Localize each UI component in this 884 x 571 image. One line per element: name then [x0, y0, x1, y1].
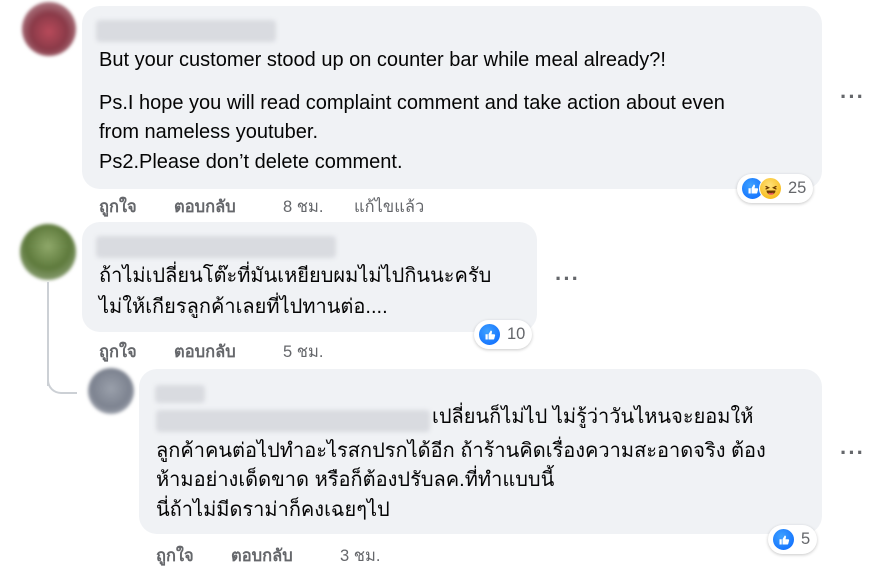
- comment-text-line: ห้ามอย่างเด็ดขาด หรือก็ต้องปรับลค.ที่ทำแ…: [156, 469, 555, 491]
- like-button[interactable]: ถูกใจ: [99, 339, 137, 365]
- comment-text-line: ถ้าไม่เปลี่ยนโต๊ะที่มันเหยียบผมไม่ไปกินน…: [99, 265, 492, 287]
- haha-icon: [759, 177, 782, 200]
- commenter-name-cont: [156, 410, 430, 432]
- commenter-name[interactable]: [96, 236, 336, 258]
- reply-button[interactable]: ตอบกลับ: [174, 339, 236, 365]
- comment-text-line: ลูกค้าคนต่อไปทำอะไรสกปรกได้อีก ถ้าร้านคิ…: [156, 440, 766, 462]
- like-icon: [478, 323, 501, 346]
- commenter-avatar[interactable]: [88, 368, 134, 414]
- edited-label[interactable]: แก้ไขแล้ว: [354, 194, 424, 220]
- commenter-avatar[interactable]: [22, 2, 76, 56]
- reply-thread-curve: [47, 370, 77, 394]
- more-options-icon[interactable]: ···: [840, 440, 865, 466]
- comment-text-line: Ps2.Please don’t delete comment.: [99, 151, 403, 173]
- comment-timestamp[interactable]: 5 ชม.: [283, 339, 323, 365]
- reply-button[interactable]: ตอบกลับ: [231, 543, 293, 569]
- more-options-icon[interactable]: ···: [555, 266, 580, 292]
- commenter-avatar[interactable]: [20, 224, 76, 280]
- reaction-count: 25: [788, 179, 807, 197]
- comment-text-line: Ps.I hope you will read complaint commen…: [99, 92, 725, 114]
- reaction-count: 10: [507, 325, 526, 343]
- comment-text-line: But your customer stood up on counter ba…: [99, 49, 666, 71]
- comment-text-line: นี่ถ้าไม่มีดราม่าก็คงเฉยๆไป: [156, 499, 390, 521]
- reply-button[interactable]: ตอบกลับ: [174, 194, 236, 220]
- comment-text-line: เปลี่ยนก็ไม่ไป ไม่รู้ว่าวันไหนจะยอมให้: [432, 406, 754, 428]
- comment-text-line: ไม่ให้เกียรลูกค้าเลยที่ไปทานต่อ....: [99, 296, 388, 318]
- commenter-name[interactable]: [96, 20, 276, 42]
- like-button[interactable]: ถูกใจ: [156, 543, 194, 569]
- commenter-name[interactable]: [155, 385, 205, 403]
- more-options-icon[interactable]: ···: [840, 84, 865, 110]
- like-button[interactable]: ถูกใจ: [99, 194, 137, 220]
- reaction-summary[interactable]: 10: [474, 320, 533, 349]
- comment-text-line: from nameless youtuber.: [99, 121, 318, 143]
- reaction-summary[interactable]: 5: [768, 525, 818, 554]
- reaction-summary[interactable]: 25: [737, 174, 814, 203]
- comment-timestamp[interactable]: 3 ชม.: [340, 543, 380, 569]
- comment-timestamp[interactable]: 8 ชม.: [283, 194, 323, 220]
- reaction-count: 5: [801, 530, 811, 548]
- like-icon: [772, 528, 795, 551]
